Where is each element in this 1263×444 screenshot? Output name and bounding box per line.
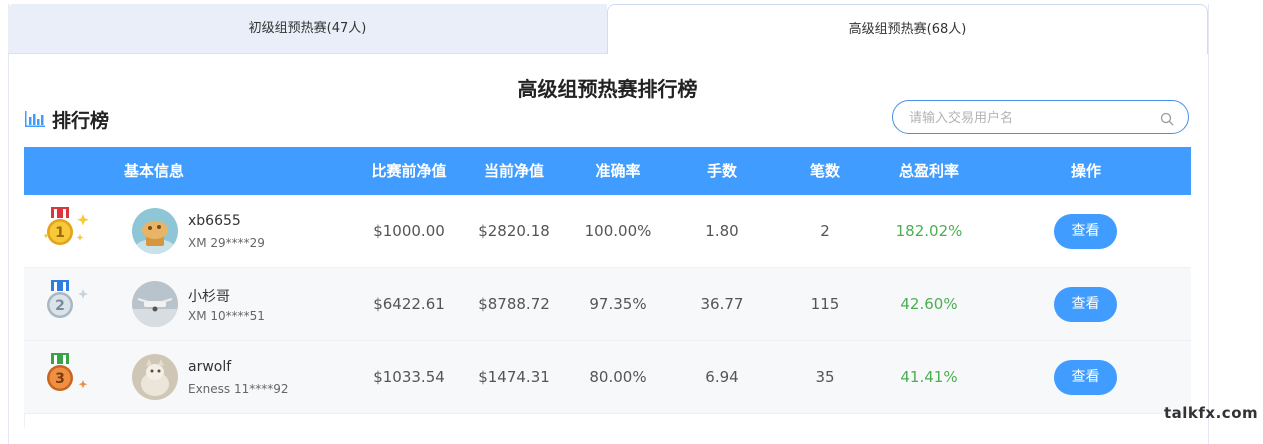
table-header: 基本信息 比赛前净值 当前净值 准确率 手数 笔数 总盈利率 操作: [24, 147, 1191, 195]
search-input[interactable]: [907, 107, 1151, 129]
gold-medal-icon: 1: [42, 206, 94, 260]
svg-text:2: 2: [55, 298, 65, 314]
tab-junior[interactable]: 初级组预热赛(47人): [8, 4, 607, 54]
svg-text:3: 3: [55, 371, 65, 387]
bronze-medal-icon: 3: [42, 352, 94, 406]
current-equity-cell: $8788.72: [478, 295, 550, 313]
col-profit-rate: 总盈利率: [898, 162, 959, 180]
svg-text:1: 1: [55, 225, 65, 241]
ranking-table: 基本信息 比赛前净值 当前净值 准确率 手数 笔数 总盈利率 操作 1 xb66…: [24, 147, 1191, 428]
col-trades: 笔数: [809, 162, 840, 180]
col-current-equity: 当前净值: [483, 162, 544, 180]
before-equity-cell: $1000.00: [373, 222, 445, 240]
current-equity-cell: $1474.31: [478, 368, 550, 386]
accuracy-cell: 100.00%: [584, 222, 652, 240]
trades-cell: 2: [820, 222, 830, 240]
before-equity-cell: $6422.61: [373, 295, 445, 313]
trades-cell: 115: [810, 295, 840, 313]
col-accuracy: 准确率: [595, 162, 641, 180]
accuracy-cell: 80.00%: [589, 368, 647, 386]
table-row: 1 xb6655 XM 29****29 $1000.00 $2820.18 1…: [24, 195, 1191, 268]
before-equity-cell: $1033.54: [373, 368, 445, 386]
table-row: 3 arwolf Exness 11****92 $1033.54 $1474.…: [24, 341, 1191, 414]
lots-cell: 36.77: [700, 295, 744, 313]
col-lots: 手数: [706, 162, 737, 180]
trades-cell: 35: [815, 368, 835, 386]
table-row: 2 小杉哥 XM 10****51 $6422.61 $8788.72 97.3…: [24, 268, 1191, 341]
col-before-equity: 比赛前净值: [371, 162, 447, 180]
user-account: Exness 11****92: [188, 382, 289, 396]
tab-bar: 初级组预热赛(47人) 高级组预热赛(68人): [8, 4, 1208, 54]
table-row: [24, 414, 1191, 428]
avatar: [132, 354, 178, 400]
current-equity-cell: $2820.18: [478, 222, 550, 240]
avatar: [132, 208, 178, 254]
user-account: XM 10****51: [188, 309, 265, 323]
lots-cell: 6.94: [705, 368, 739, 386]
silver-medal-icon: 2: [42, 279, 94, 333]
lots-cell: 1.80: [705, 222, 739, 240]
ranking-label: 排行榜: [52, 109, 110, 132]
view-button[interactable]: 查看: [1054, 214, 1117, 249]
bar-chart-icon: [24, 110, 46, 128]
profit-rate-cell: 42.60%: [900, 295, 958, 313]
user-name: arwolf: [188, 359, 232, 375]
col-action: 操作: [1070, 162, 1101, 180]
user-account: XM 29****29: [188, 236, 265, 250]
view-button[interactable]: 查看: [1054, 360, 1117, 395]
tab-senior[interactable]: 高级组预热赛(68人): [607, 4, 1208, 54]
user-name: 小杉哥: [188, 289, 230, 305]
search-icon[interactable]: [1160, 111, 1174, 130]
user-name: xb6655: [188, 213, 241, 229]
view-button[interactable]: 查看: [1054, 287, 1117, 322]
col-basic-info: 基本信息: [123, 162, 184, 180]
search-box: [892, 100, 1189, 134]
avatar: [132, 281, 178, 327]
accuracy-cell: 97.35%: [589, 295, 647, 313]
watermark: talkfx.com: [1164, 404, 1259, 422]
ranking-header: 排行榜: [24, 106, 109, 132]
page-title: 高级组预热赛排行榜: [517, 77, 698, 101]
profit-rate-cell: 182.02%: [895, 222, 963, 240]
profit-rate-cell: 41.41%: [900, 368, 958, 386]
